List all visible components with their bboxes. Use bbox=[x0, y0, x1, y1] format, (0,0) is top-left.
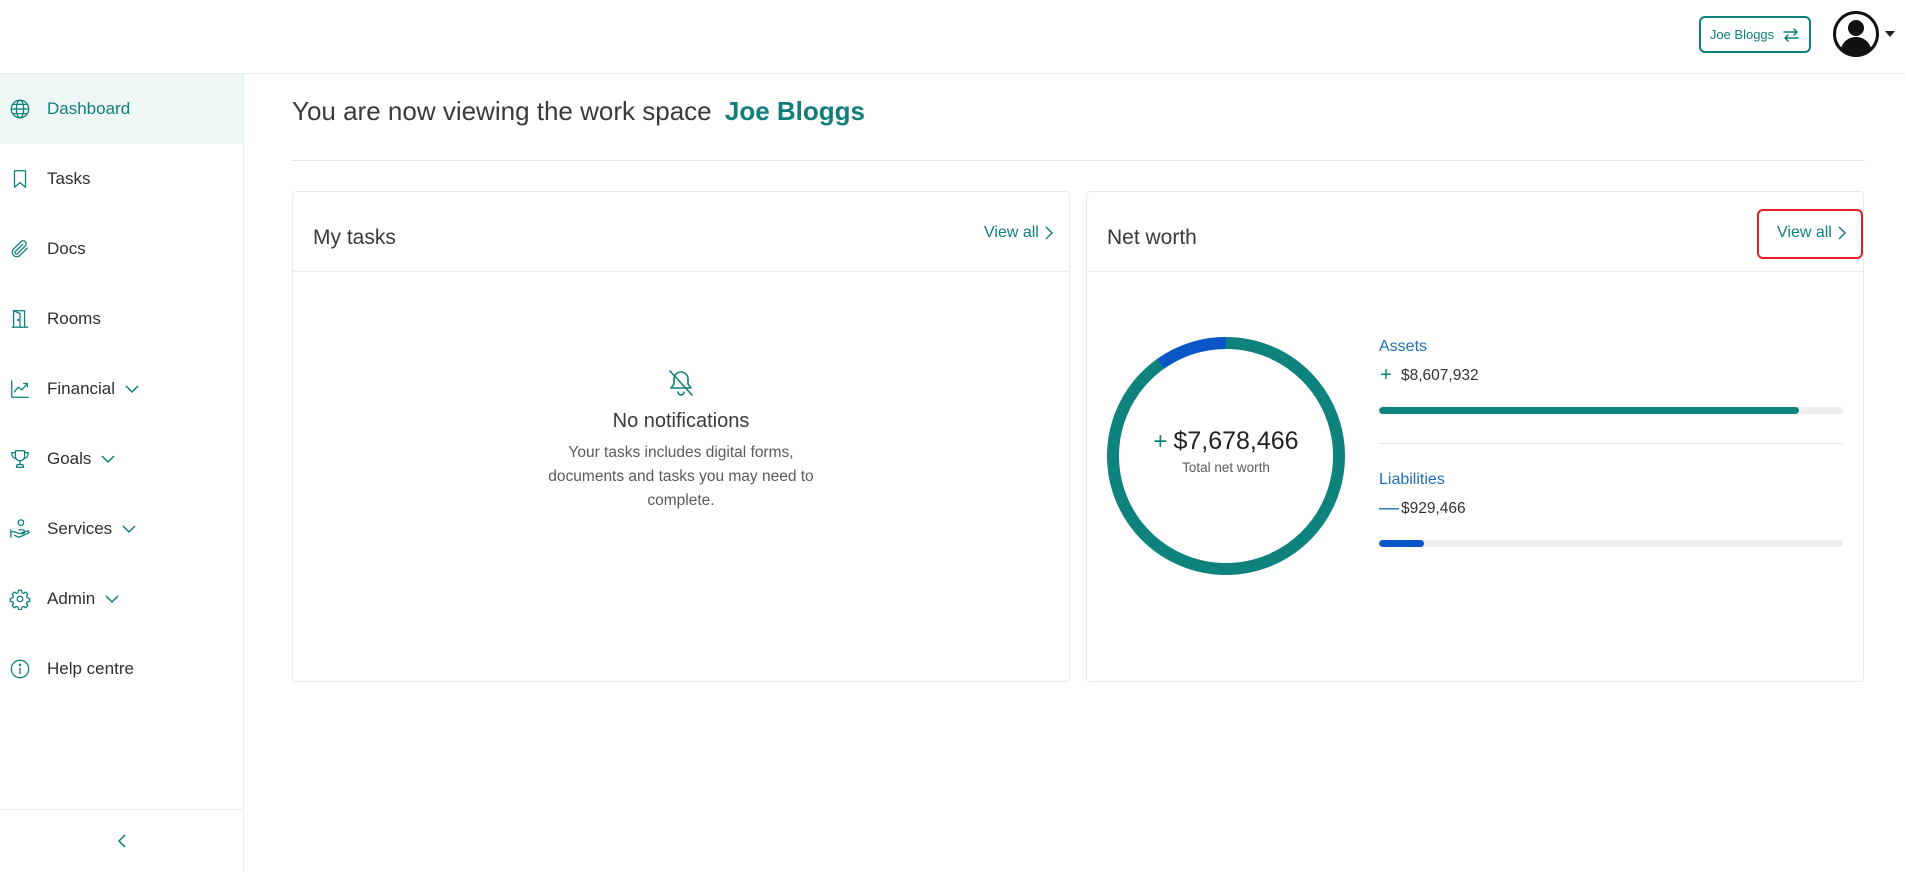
swap-arrows-icon bbox=[1783, 27, 1799, 42]
liabilities-progress-track bbox=[1379, 540, 1843, 547]
assets-progress-track bbox=[1379, 407, 1843, 414]
trophy-icon bbox=[8, 447, 32, 471]
assets-value: $8,607,932 bbox=[1401, 366, 1479, 384]
view-all-label: View all bbox=[1777, 224, 1832, 241]
sidebar-collapse-button[interactable] bbox=[0, 809, 243, 872]
workspace-switch-button[interactable]: Joe Bloggs bbox=[1699, 16, 1811, 53]
sidebar-item-label: Financial bbox=[47, 379, 116, 398]
bell-off-icon bbox=[669, 370, 693, 396]
sidebar-item-goals[interactable]: Goals bbox=[0, 424, 243, 494]
liabilities-value: $929,466 bbox=[1401, 499, 1466, 517]
sidebar-item-dashboard[interactable]: Dashboard bbox=[0, 74, 243, 144]
workspace-name: Joe Bloggs bbox=[724, 96, 865, 126]
chevron-right-icon bbox=[1045, 226, 1053, 240]
empty-state-description: Your tasks includes digital forms, docum… bbox=[548, 444, 814, 509]
info-icon bbox=[8, 657, 32, 681]
assets-label: Assets bbox=[1379, 338, 1428, 355]
divider bbox=[1379, 443, 1843, 444]
assets-amount: + $8,607,932 bbox=[1379, 364, 1479, 387]
card-header: My tasks View all bbox=[293, 192, 1069, 272]
card-title: Net worth bbox=[1107, 226, 1197, 249]
view-all-label: View all bbox=[984, 224, 1039, 241]
plus-icon: + bbox=[1380, 364, 1392, 386]
tasks-view-all-link[interactable]: View all bbox=[984, 224, 1053, 242]
door-icon bbox=[8, 307, 32, 331]
sidebar-item-admin[interactable]: Admin bbox=[0, 564, 243, 634]
total-net-worth-value: $7,678,466 bbox=[1173, 427, 1299, 455]
bookmark-icon bbox=[8, 167, 32, 191]
liabilities-amount: — $929,466 bbox=[1379, 497, 1466, 520]
sidebar-item-tasks[interactable]: Tasks bbox=[0, 144, 243, 214]
sidebar-item-label: Help centre bbox=[47, 659, 134, 678]
top-bar: Joe Bloggs bbox=[0, 0, 1905, 74]
minus-icon: — bbox=[1379, 497, 1399, 519]
sidebar-item-help-centre[interactable]: Help centre bbox=[0, 634, 243, 704]
total-net-worth-label: Total net worth bbox=[1182, 460, 1270, 475]
page-title-prefix: You are now viewing the work space bbox=[292, 96, 712, 126]
sidebar-item-label: Docs bbox=[47, 239, 86, 258]
sidebar-item-label: Admin bbox=[47, 589, 96, 608]
net-worth-card: Net worth View all + $7,678,466 Total ne… bbox=[1086, 191, 1864, 682]
page-title: You are now viewing the work space Joe B… bbox=[292, 96, 865, 127]
hand-coin-icon bbox=[8, 517, 32, 541]
globe-icon bbox=[8, 97, 32, 121]
empty-state: No notifications Your tasks includes dig… bbox=[293, 367, 1069, 513]
assets-progress-fill bbox=[1379, 407, 1799, 414]
sidebar-item-docs[interactable]: Docs bbox=[0, 214, 243, 284]
avatar-user-icon[interactable] bbox=[1833, 11, 1879, 57]
sidebar: Dashboard Tasks Docs Rooms Financial Goa… bbox=[0, 74, 244, 872]
sidebar-item-rooms[interactable]: Rooms bbox=[0, 284, 243, 354]
liabilities-progress-fill bbox=[1379, 540, 1425, 547]
chevron-down-icon bbox=[122, 525, 136, 534]
workspace-switch-label: Joe Bloggs bbox=[1709, 27, 1775, 42]
chevron-down-icon bbox=[125, 385, 139, 394]
gear-icon bbox=[8, 587, 32, 611]
empty-state-title: No notifications bbox=[612, 410, 750, 432]
total-sign: + bbox=[1153, 427, 1168, 455]
sidebar-item-label: Tasks bbox=[47, 169, 91, 188]
chevron-down-icon bbox=[101, 455, 115, 464]
sidebar-item-label: Services bbox=[47, 519, 113, 538]
card-title: My tasks bbox=[313, 226, 396, 249]
paperclip-icon bbox=[8, 237, 32, 261]
my-tasks-card: My tasks View all No notifications Your … bbox=[292, 191, 1070, 682]
chart-line-icon bbox=[8, 377, 32, 401]
total-net-worth: + $7,678,466 bbox=[1104, 427, 1348, 456]
sidebar-item-label: Dashboard bbox=[47, 99, 131, 118]
chevron-right-icon bbox=[1838, 226, 1846, 240]
sidebar-item-financial[interactable]: Financial bbox=[0, 354, 243, 424]
divider bbox=[292, 160, 1865, 161]
card-header: Net worth View all bbox=[1087, 192, 1863, 272]
donut-center: + $7,678,466 Total net worth bbox=[1104, 427, 1348, 475]
sidebar-item-services[interactable]: Services bbox=[0, 494, 243, 564]
sidebar-item-label: Rooms bbox=[47, 309, 101, 328]
chevron-down-icon bbox=[105, 595, 119, 604]
liabilities-label: Liabilities bbox=[1379, 471, 1445, 488]
networth-view-all-link[interactable]: View all bbox=[1777, 224, 1846, 242]
avatar-caret-down-icon[interactable] bbox=[1884, 30, 1896, 38]
chevron-left-icon bbox=[117, 834, 126, 848]
sidebar-item-label: Goals bbox=[47, 449, 92, 468]
